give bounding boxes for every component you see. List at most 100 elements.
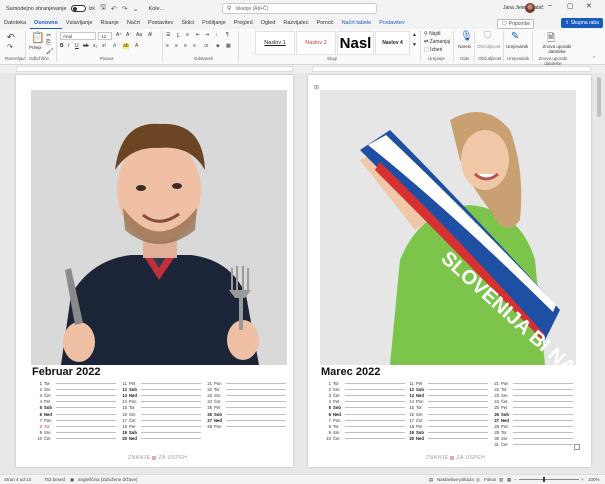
- font-size-select[interactable]: 12: [98, 32, 112, 40]
- justify-icon[interactable]: ≡: [193, 43, 196, 49]
- borders-icon[interactable]: ▦: [226, 43, 231, 49]
- style-heading-1[interactable]: Naslov 1: [255, 31, 295, 55]
- undo-big-icon[interactable]: ↶: [7, 32, 15, 43]
- save-icon[interactable]: 🖫: [100, 3, 106, 14]
- tab-posiljanje[interactable]: Pošiljanje: [198, 17, 230, 29]
- word-count[interactable]: 763 besed: [44, 477, 65, 482]
- dictate-icon[interactable]: 🎙: [460, 31, 473, 42]
- display-settings-icon[interactable]: ▤: [429, 477, 433, 483]
- focus-icon[interactable]: ◎: [476, 477, 480, 483]
- read-mode-icon[interactable]: ▥: [499, 477, 503, 483]
- strikethrough-icon[interactable]: ab: [83, 43, 89, 49]
- style-heading-2[interactable]: Naslov 2: [296, 31, 336, 55]
- sensitivity-label[interactable]: Občutljivost: [477, 44, 500, 49]
- tab-razvijalec[interactable]: Razvijalec: [279, 17, 312, 29]
- tab-vstavljanje[interactable]: Vstavljanje: [62, 17, 97, 29]
- change-case-icon[interactable]: Aa: [136, 32, 142, 38]
- tab-nacrt[interactable]: Načrt: [123, 17, 144, 29]
- font-color-icon[interactable]: A: [135, 43, 138, 49]
- text-effects-icon[interactable]: A: [113, 43, 116, 49]
- copy-icon[interactable]: ⎘: [46, 40, 51, 47]
- avatar[interactable]: [525, 3, 535, 13]
- calendar-page-february[interactable]: Februar 2022 1 Tor 2 Sre 3 Čet 4 Pet 5 Sob 6 Ned 7 Po…: [16, 75, 293, 467]
- close-icon[interactable]: ✕: [586, 2, 592, 10]
- cut-icon[interactable]: ✂: [46, 32, 51, 39]
- tab-postavitev[interactable]: Postavitev: [144, 17, 177, 29]
- clear-format-icon[interactable]: A̸: [148, 32, 151, 38]
- autosave-toggle[interactable]: [70, 5, 86, 12]
- subscript-icon[interactable]: x₂: [93, 43, 97, 49]
- superscript-icon[interactable]: x²: [102, 43, 106, 49]
- print-layout-icon[interactable]: ▦: [507, 477, 511, 483]
- display-settings[interactable]: Nastavitve prikaza: [437, 477, 474, 482]
- proofing-icon[interactable]: ▣: [70, 477, 74, 483]
- ruler-right-page[interactable]: [312, 66, 591, 72]
- tab-pregled[interactable]: Pregled: [230, 17, 257, 29]
- zoom-out-icon[interactable]: −: [514, 477, 517, 482]
- zoom-slider[interactable]: [519, 477, 579, 482]
- language[interactable]: angleščina (Združene države): [78, 477, 138, 482]
- day-row[interactable]: 10 Čet: [323, 436, 405, 442]
- style-heading-4[interactable]: Naslov 4: [375, 31, 410, 55]
- editor-icon[interactable]: ✎: [511, 31, 519, 42]
- line-spacing-icon[interactable]: ↕≡: [203, 43, 208, 49]
- user-name[interactable]: Jana Jelenc Babič: [503, 5, 544, 11]
- document-title[interactable]: Kole...: [149, 6, 165, 12]
- calendar-page-march[interactable]: ⊞ SLOVENIJA BI NAJBOLJŠA Marec 2022 1Tor…: [308, 75, 591, 467]
- photo-february[interactable]: [31, 90, 287, 365]
- underline-icon[interactable]: U: [75, 43, 79, 49]
- page-count[interactable]: Stran 4 od 13: [4, 477, 31, 482]
- focus-mode[interactable]: Fokus: [484, 477, 496, 482]
- shading-icon[interactable]: ◈: [216, 43, 220, 49]
- align-right-icon[interactable]: ≡: [184, 43, 187, 49]
- pilcrow-icon[interactable]: ¶: [226, 32, 229, 38]
- maximize-icon[interactable]: ▢: [567, 2, 574, 10]
- tab-postavitev-tabele[interactable]: Postavitev: [375, 17, 408, 29]
- chevron-down-icon[interactable]: ⌄: [133, 5, 139, 13]
- bold-icon[interactable]: B: [60, 43, 64, 49]
- vertical-scrollbar[interactable]: [596, 75, 602, 471]
- format-painter-icon[interactable]: 🖌: [46, 48, 54, 55]
- undo-icon[interactable]: ↶: [111, 5, 117, 13]
- replace-button[interactable]: ⇄ Zamenjaj: [424, 39, 450, 45]
- font-shrink-icon[interactable]: A⁻: [126, 32, 132, 38]
- numbering-icon[interactable]: ⒈: [176, 32, 181, 39]
- table-move-handle-icon[interactable]: ⊞: [314, 84, 319, 91]
- tab-risanje[interactable]: Risanje: [96, 17, 122, 29]
- comments-button[interactable]: 🗨 Pripombe: [497, 19, 535, 29]
- reuse-files-label[interactable]: Znova uporabi datoteke: [537, 44, 577, 54]
- paste-label[interactable]: Prilepi: [29, 45, 42, 50]
- tab-sklici[interactable]: Sklici: [177, 17, 198, 29]
- ruler-left-page[interactable]: [16, 66, 293, 72]
- editor-label[interactable]: Urejevalnik: [506, 44, 528, 49]
- zoom-level[interactable]: 100%: [588, 477, 600, 482]
- zoom-in-icon[interactable]: +: [581, 477, 584, 482]
- day-row[interactable]: 10 Čet: [34, 436, 116, 442]
- redo-big-icon[interactable]: ↷: [7, 43, 13, 51]
- tab-pomoc[interactable]: Pomoč: [312, 17, 337, 29]
- align-left-icon[interactable]: ≡: [166, 43, 169, 49]
- find-button[interactable]: ⚲ Najdi: [424, 31, 440, 37]
- search-input[interactable]: ⚲ Iskanje (Alt+Č): [222, 3, 377, 14]
- decrease-indent-icon[interactable]: ⇤: [196, 32, 200, 38]
- increase-indent-icon[interactable]: ⇥: [205, 32, 209, 38]
- photo-march[interactable]: SLOVENIJA BI NAJBOLJŠA: [320, 90, 576, 365]
- tab-ogled[interactable]: Ogled: [257, 17, 280, 29]
- tab-nacrt-tabele[interactable]: Načrt tabele: [338, 17, 376, 29]
- sensitivity-icon[interactable]: ⛉: [484, 31, 492, 42]
- minimize-icon[interactable]: –: [548, 2, 552, 9]
- multilevel-list-icon[interactable]: ≡: [186, 32, 189, 38]
- sort-icon[interactable]: ↕: [215, 32, 218, 38]
- day-row[interactable]: 28 Pon: [204, 423, 286, 429]
- align-center-icon[interactable]: ≡: [175, 43, 178, 49]
- styles-scroll-up-icon[interactable]: ▲: [412, 32, 417, 38]
- highlight-icon[interactable]: ab: [123, 43, 129, 49]
- font-grow-icon[interactable]: A⁺: [116, 32, 122, 38]
- select-button[interactable]: ⬚ Izberi: [424, 47, 442, 53]
- style-title[interactable]: Nasl: [337, 31, 374, 55]
- day-row[interactable]: 20 Ned: [406, 436, 488, 442]
- collapse-ribbon-icon[interactable]: ⌃: [592, 56, 596, 62]
- dictate-label[interactable]: Nareki: [458, 44, 471, 49]
- day-row[interactable]: 20 Ned: [119, 436, 201, 442]
- tab-osnovno[interactable]: Osnovno: [30, 17, 62, 29]
